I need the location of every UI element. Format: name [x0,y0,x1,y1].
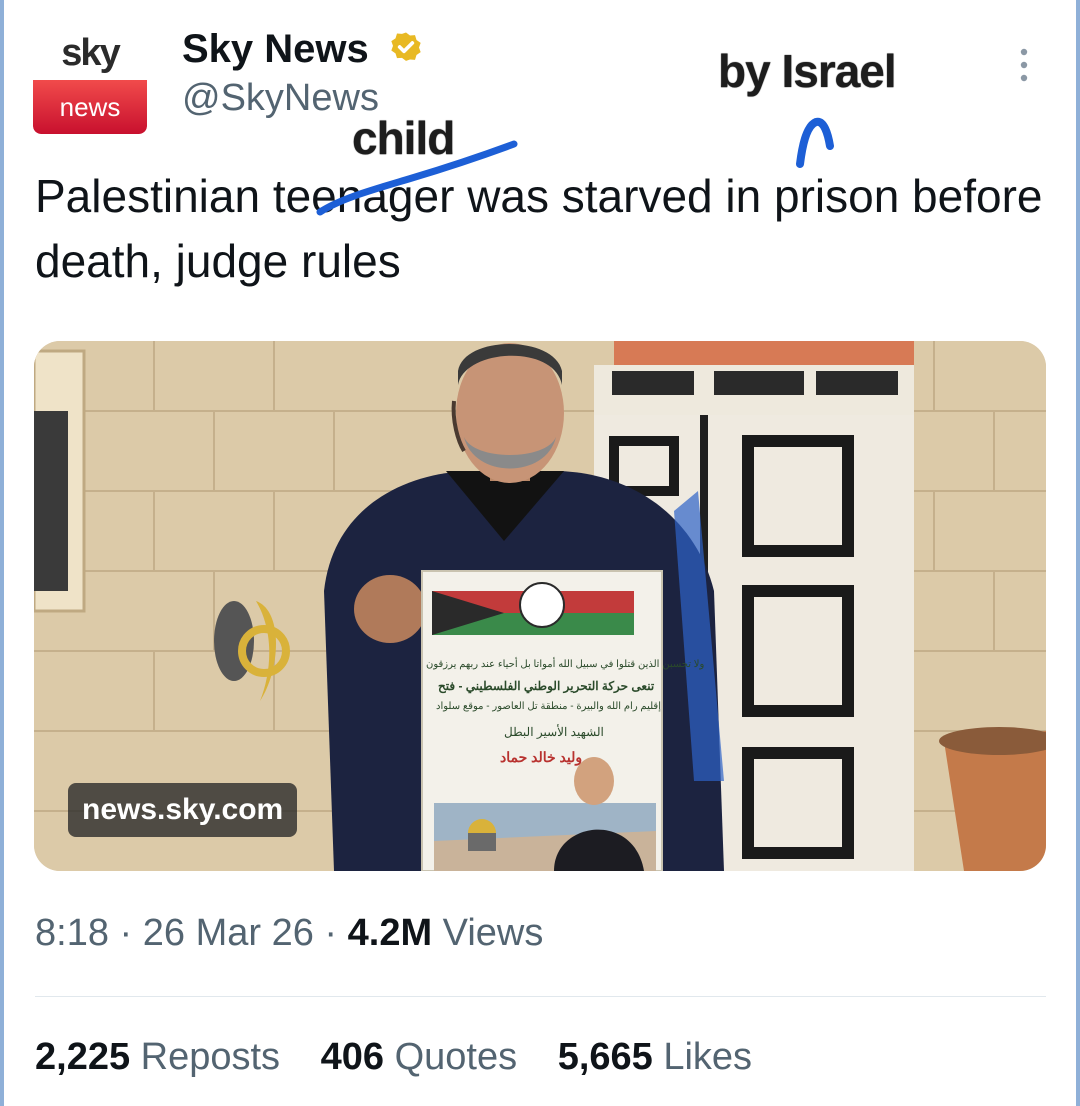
likes-stat[interactable]: 5,665 Likes [558,1036,752,1079]
reposts-label: Reposts [140,1036,281,1078]
views-count: 4.2M [347,912,433,954]
handle[interactable]: @SkyNews [182,77,379,120]
display-name[interactable]: Sky News [182,27,369,72]
left-edge [0,0,4,1106]
engagement-stats: 2,225 Reposts 406 Quotes 5,665 Likes [35,1036,782,1079]
sky-news-avatar[interactable]: sky news [33,26,147,134]
tweet-media-photo[interactable]: ولا تحسبن الذين قتلوا في سبيل الله أموات… [34,341,1046,871]
annotation-strikethrough-icon [316,140,518,216]
tweet-meta: 8:18 · 26 Mar 26 · 4.2M Views [35,912,543,955]
avatar-logo-sky: sky [61,31,120,74]
views-label: Views [442,912,544,954]
quotes-label: Quotes [394,1036,518,1078]
verified-badge-icon [391,32,421,61]
avatar-top: sky [33,26,147,80]
meta-separator: · [119,912,133,954]
right-edge [1076,0,1080,1106]
avatar-logo-news: news [59,91,121,122]
poster-text-line-4: الشهيد الأسير البطل [504,725,604,739]
quotes-stat[interactable]: 406 Quotes [321,1036,518,1079]
likes-label: Likes [663,1036,753,1078]
stats-divider [35,996,1046,997]
annotation-caret-icon [796,117,834,168]
poster-text-line-1: ولا تحسبن الذين قتلوا في سبيل الله أموات… [426,659,705,670]
tweet-time[interactable]: 8:18 [35,912,109,954]
annotation-by-israel: by Israel [718,45,897,97]
quotes-count: 406 [320,1036,385,1078]
poster-text-line-5: وليد خالد حماد [500,749,583,765]
more-options-icon[interactable] [1014,46,1034,86]
poster-text-line-2: تنعى حركة التحرير الوطني الفلسطيني - فتح [438,679,655,693]
meta-separator: · [324,912,338,954]
likes-count: 5,665 [557,1036,653,1078]
poster-text-line-3: إقليم رام الله والبيرة - منطقة تل العاصو… [436,701,661,712]
source-domain-badge[interactable]: news.sky.com [68,783,298,837]
tweet-text: Palestinian teenager was starved in pris… [35,170,1043,287]
tweet-date[interactable]: 26 Mar 26 [143,912,314,954]
reposts-stat[interactable]: 2,225 Reposts [35,1036,280,1079]
reposts-count: 2,225 [35,1036,131,1078]
avatar-bottom: news [33,80,147,134]
